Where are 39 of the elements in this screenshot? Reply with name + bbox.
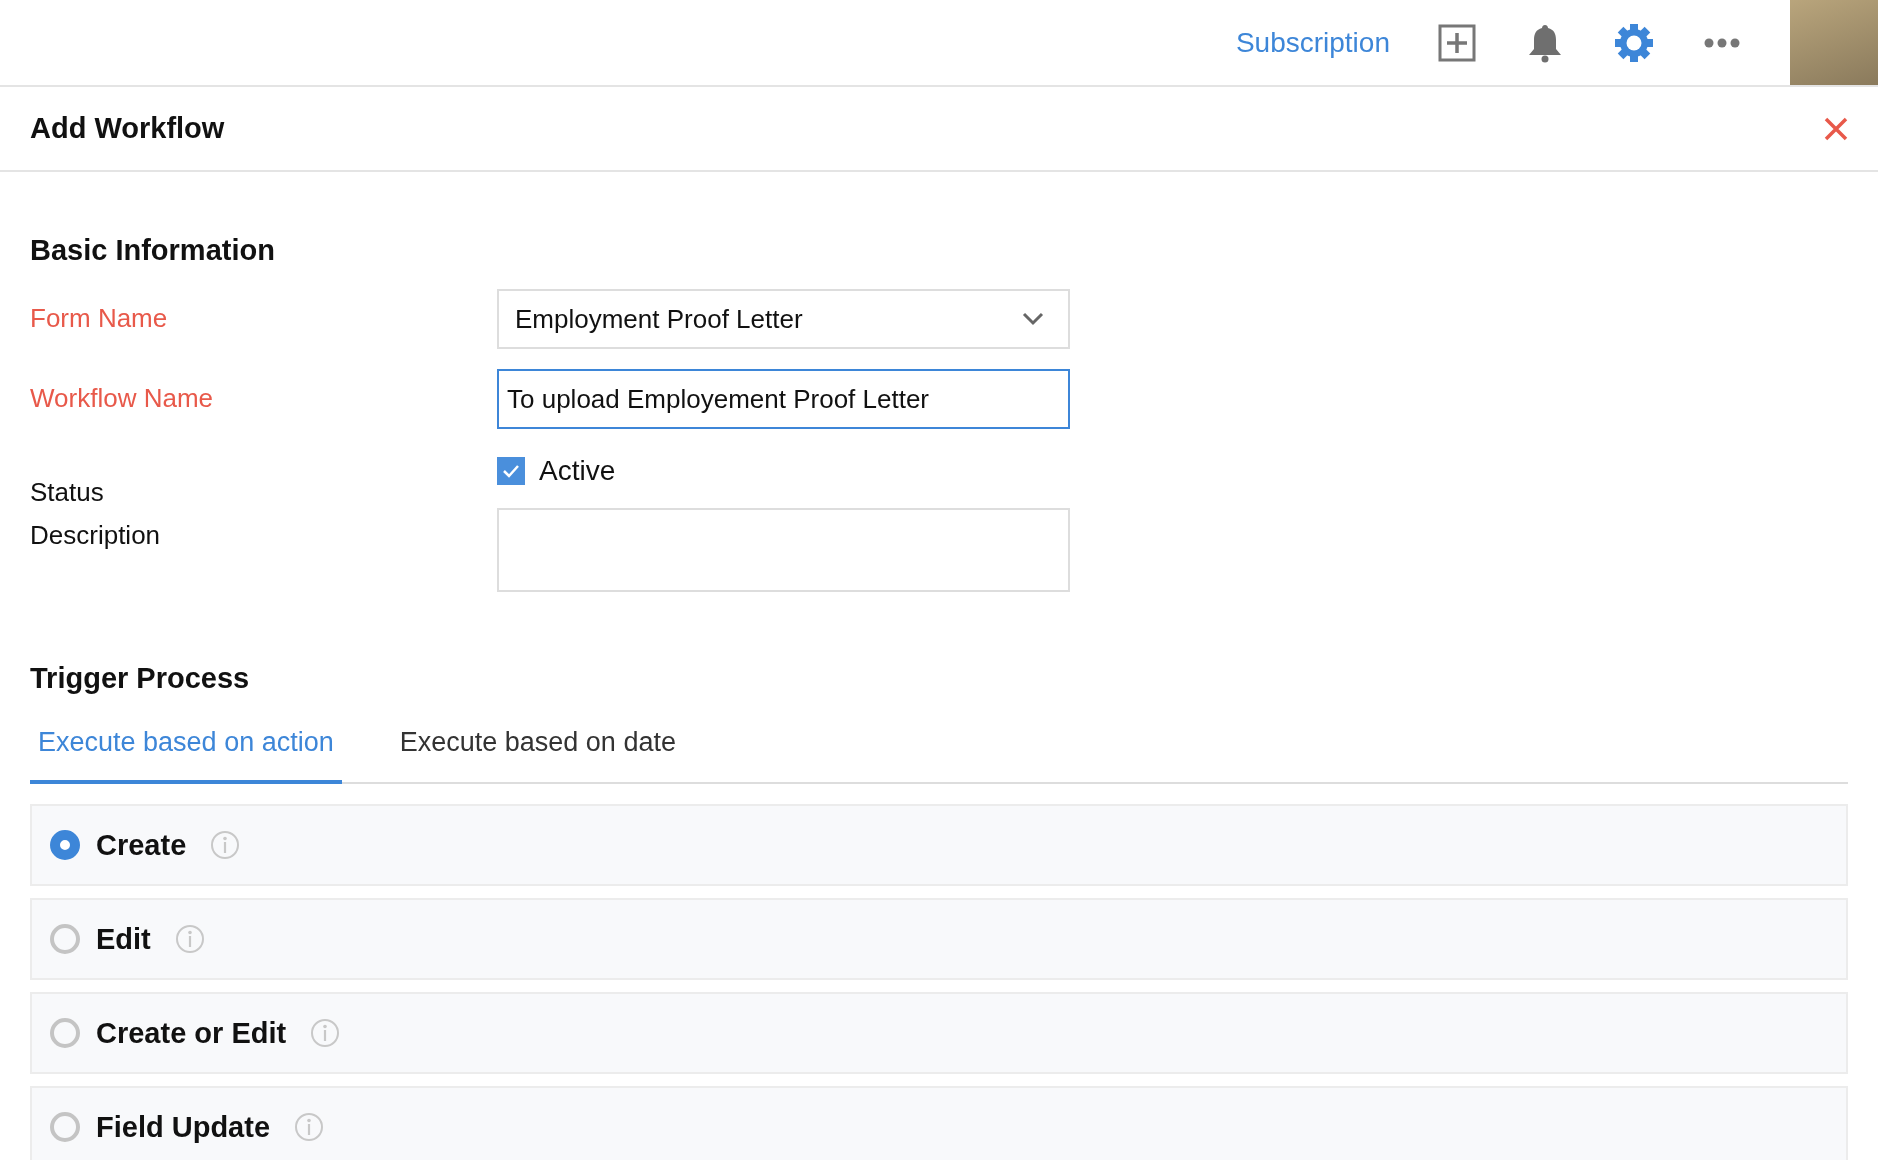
trigger-option-row[interactable]: Create or Edit — [30, 992, 1848, 1074]
tab[interactable]: Execute based on date — [391, 713, 684, 784]
field-label: Status — [30, 476, 105, 508]
subscription-link[interactable]: Subscription — [1235, 26, 1390, 59]
tab[interactable]: Execute based on action — [30, 713, 342, 784]
field-label: Description — [30, 519, 162, 551]
form-name-dropdown[interactable]: Employment Proof Letter — [497, 289, 1070, 349]
info-icon[interactable] — [310, 1018, 341, 1048]
option-label: Field Update — [96, 1110, 270, 1144]
workflow-name-field[interactable]: To upload Employement Proof Letter — [497, 369, 1070, 429]
option-label: Create — [96, 828, 187, 862]
active-checkbox[interactable] — [497, 457, 525, 485]
section-heading: Basic Information — [30, 233, 276, 268]
radio-button[interactable] — [50, 924, 80, 954]
avatar-photo-placeholder[interactable] — [1790, 0, 1878, 85]
trigger-option-row[interactable]: Edit — [30, 898, 1848, 980]
info-icon[interactable] — [210, 830, 241, 860]
radio-button[interactable] — [50, 1112, 80, 1142]
more-options-icon[interactable] — [1704, 36, 1740, 49]
radio-button[interactable] — [50, 1018, 80, 1048]
option-label: Edit — [96, 922, 151, 956]
trigger-option-row[interactable]: Create — [30, 804, 1848, 886]
chevron-down-icon — [1022, 312, 1044, 326]
trigger-option-row[interactable]: Field Update — [30, 1086, 1848, 1160]
option-label: Create or Edit — [96, 1016, 287, 1050]
add-icon[interactable] — [1438, 23, 1476, 62]
radio-button[interactable] — [50, 830, 80, 860]
info-icon[interactable] — [174, 924, 205, 954]
close-icon[interactable] — [1824, 116, 1848, 141]
description-field[interactable] — [497, 508, 1070, 592]
info-icon[interactable] — [294, 1112, 324, 1142]
settings-icon[interactable] — [1614, 22, 1654, 63]
checkbox-label: Active — [539, 455, 616, 487]
panel-title: Add Workflow — [30, 112, 225, 145]
notification-bell-icon[interactable] — [1526, 22, 1564, 63]
field-label: Workflow Name — [30, 382, 214, 414]
section-heading: Trigger Process — [30, 661, 251, 696]
checkmark-icon — [502, 464, 520, 478]
field-label: Form Name — [30, 302, 169, 334]
